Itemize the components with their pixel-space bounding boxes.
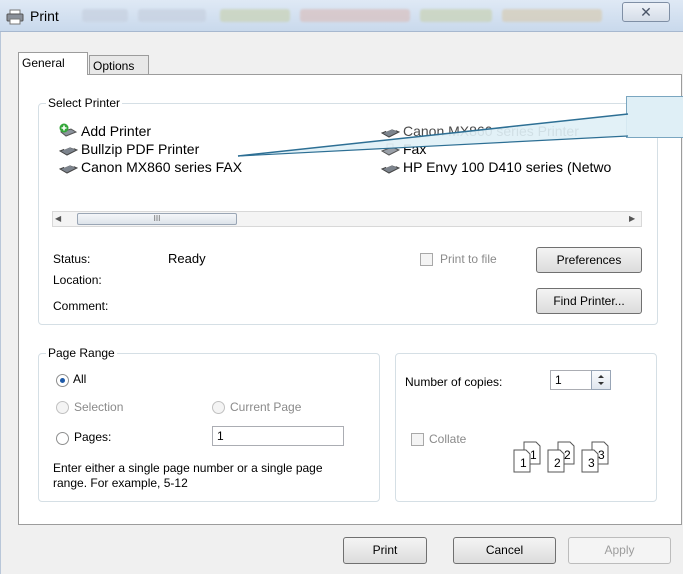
collate-label: Collate bbox=[429, 432, 467, 446]
pages-input[interactable]: 1 bbox=[212, 426, 344, 446]
status-label: Status: bbox=[53, 252, 91, 266]
location-label: Location: bbox=[53, 273, 102, 287]
scroll-thumb[interactable]: III bbox=[77, 213, 237, 225]
apply-button[interactable]: Apply bbox=[568, 537, 671, 564]
page-range-help: Enter either a single page number or a s… bbox=[53, 461, 323, 490]
spin-arrows-icon bbox=[598, 375, 604, 385]
printer-list-scrollbar[interactable]: ◀ III ▶ bbox=[52, 211, 642, 227]
find-printer-button[interactable]: Find Printer... bbox=[536, 288, 642, 314]
copies-spinner[interactable] bbox=[591, 370, 611, 390]
tab-general[interactable]: General bbox=[18, 52, 88, 75]
all-label: All bbox=[73, 372, 87, 386]
comment-label: Comment: bbox=[53, 299, 109, 313]
collate-page-number: 1 bbox=[520, 456, 527, 470]
collate-page-number: 2 bbox=[564, 448, 571, 462]
collate-checkbox[interactable] bbox=[411, 433, 424, 446]
print-button[interactable]: Print bbox=[343, 537, 427, 564]
preferences-button[interactable]: Preferences bbox=[536, 247, 642, 273]
status-value: Ready bbox=[168, 251, 206, 266]
selection-radio[interactable] bbox=[56, 401, 69, 414]
print-to-file-checkbox[interactable] bbox=[420, 253, 433, 266]
collate-page-number: 2 bbox=[554, 456, 561, 470]
collate-page-number: 3 bbox=[588, 456, 595, 470]
pages-label: Pages: bbox=[74, 430, 112, 444]
tab-label: General bbox=[22, 56, 65, 70]
scroll-right-icon[interactable]: ▶ bbox=[629, 214, 639, 224]
cancel-button[interactable]: Cancel bbox=[453, 537, 556, 564]
selection-label: Selection bbox=[74, 400, 124, 414]
copies-label: Number of copies: bbox=[405, 375, 503, 389]
copies-input[interactable]: 1 bbox=[550, 370, 592, 390]
current-page-radio[interactable] bbox=[212, 401, 225, 414]
scroll-left-icon[interactable]: ◀ bbox=[55, 214, 65, 224]
page-range-legend: Page Range bbox=[46, 346, 117, 360]
pages-radio[interactable] bbox=[56, 432, 69, 445]
current-page-label: Current Page bbox=[230, 400, 302, 414]
collate-page-number: 1 bbox=[530, 448, 537, 462]
print-to-file-label: Print to file bbox=[440, 252, 497, 266]
collate-illustration: 1 1 2 2 3 3 bbox=[512, 440, 642, 480]
all-radio[interactable] bbox=[56, 374, 69, 387]
collate-page-number: 3 bbox=[598, 448, 605, 462]
